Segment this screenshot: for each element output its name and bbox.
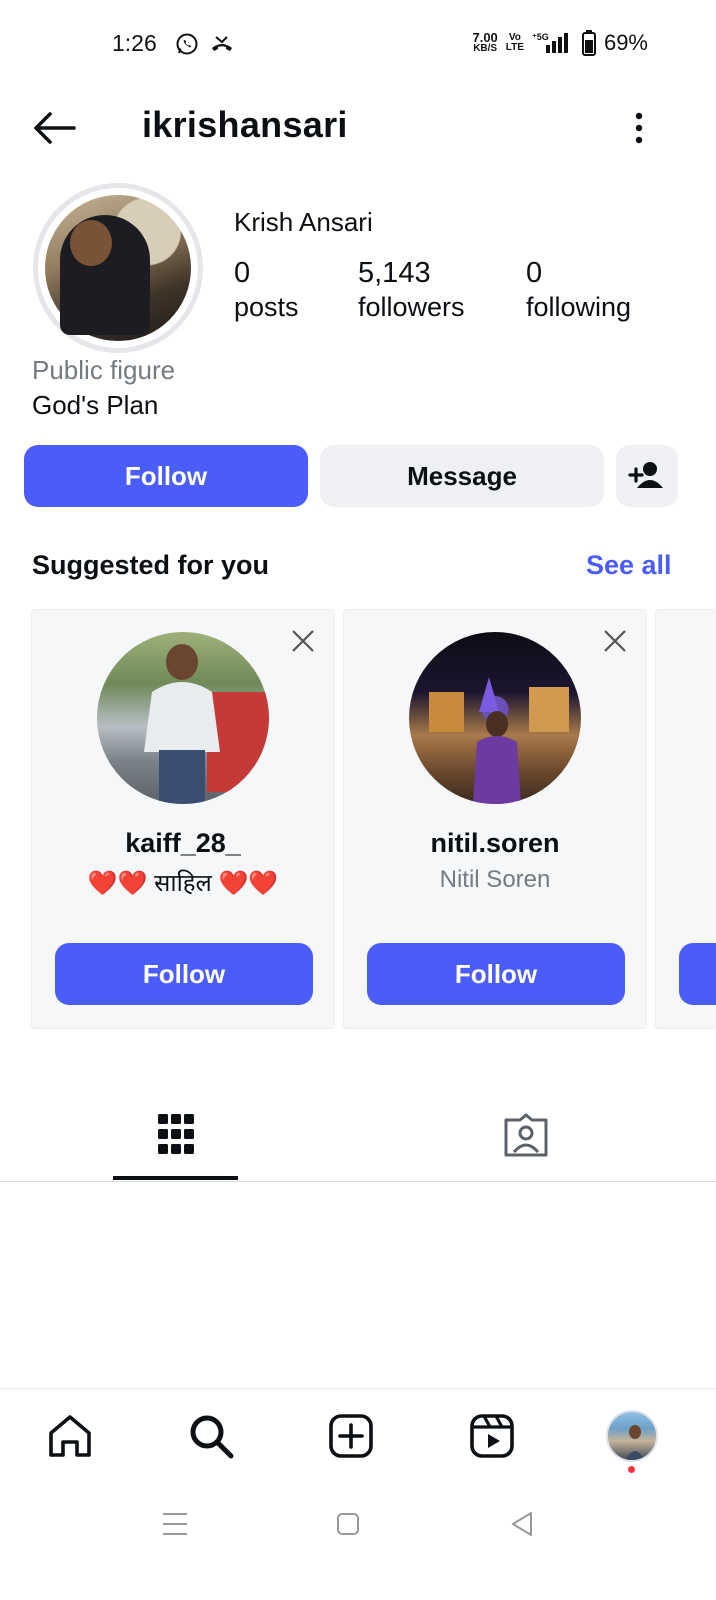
stat-value: 0 [234,257,251,289]
notification-dot [628,1466,635,1473]
status-right: 7.00 KB/S Vo LTE ⁺5G 69% [472,30,648,56]
profile-avatar[interactable] [606,1410,658,1462]
avatar-photo [144,644,269,804]
back-triangle-icon[interactable] [505,1506,541,1542]
avatar-figure-head [70,220,112,266]
follow-button[interactable]: Follow [55,943,313,1005]
suggest-users-button[interactable] [616,445,678,507]
stat-posts[interactable]: 0 posts [234,257,299,323]
signal-icon: ⁺5G [532,32,568,53]
status-time: 1:26 [112,30,157,56]
suggested-avatar[interactable] [97,632,269,804]
profile-full-name: Krish Ansari [234,207,373,237]
reels-icon[interactable] [468,1412,516,1460]
create-icon[interactable] [327,1412,375,1460]
bottom-nav-divider [0,1388,716,1389]
missed-call-icon [212,36,232,51]
arrow-left-icon[interactable] [30,108,80,148]
grid-icon[interactable] [156,1112,196,1156]
active-tab-indicator [113,1176,238,1180]
tagged-icon[interactable] [502,1112,550,1158]
stat-label: followers [358,292,465,322]
person-add-icon [628,462,663,488]
net-speed: 7.00 KB/S [472,30,498,54]
stat-value: 0 [526,257,543,289]
suggested-subtitle: ❤️❤️ साहिल ❤️❤️ [87,870,279,897]
battery-icon [581,30,596,56]
follow-button[interactable]: Follow [24,445,308,507]
home-square-icon[interactable] [330,1506,366,1542]
see-all-link[interactable]: See all [586,550,672,581]
suggested-title: Suggested for you [32,550,270,580]
suggested-username: kaiff_28_ [125,828,241,858]
close-icon[interactable] [602,628,628,654]
avatar-photo [625,1425,645,1460]
more-vertical-icon[interactable] [628,108,650,148]
suggested-card-partial[interactable] [655,609,716,1029]
volte-indicator: Vo LTE [505,32,524,53]
suggested-card[interactable]: nitil.soren Nitil Soren Follow [343,609,647,1029]
home-icon[interactable] [46,1412,94,1460]
search-icon[interactable] [187,1412,235,1460]
suggested-subtitle: Nitil Soren [439,866,551,893]
stat-value: 5,143 [358,257,431,289]
stat-label: posts [234,292,299,322]
avatar-photo [429,677,569,804]
profile-bio: God's Plan [32,390,159,420]
stat-label: following [526,292,632,322]
menu-icon[interactable] [157,1506,193,1542]
tab-divider [0,1181,716,1182]
suggested-username: nitil.soren [430,828,560,858]
suggested-avatar[interactable] [409,632,581,804]
close-icon[interactable] [290,628,316,654]
profile-category: Public figure [32,355,176,385]
suggested-card[interactable]: kaiff_28_ ❤️❤️ साहिल ❤️❤️ Follow [31,609,335,1029]
message-button[interactable]: Message [320,445,604,507]
status-left-icons [175,32,235,56]
page-title: ikrishansari [142,104,348,145]
follow-button[interactable]: Follow [367,943,625,1005]
follow-button-partial[interactable] [679,943,716,1005]
whatsapp-icon [176,33,198,55]
svg-text:⁺5G: ⁺5G [532,32,549,42]
stat-followers[interactable]: 5,143 followers [358,257,465,323]
battery-percent: 69% [603,30,648,55]
stat-following[interactable]: 0 following [526,257,631,323]
